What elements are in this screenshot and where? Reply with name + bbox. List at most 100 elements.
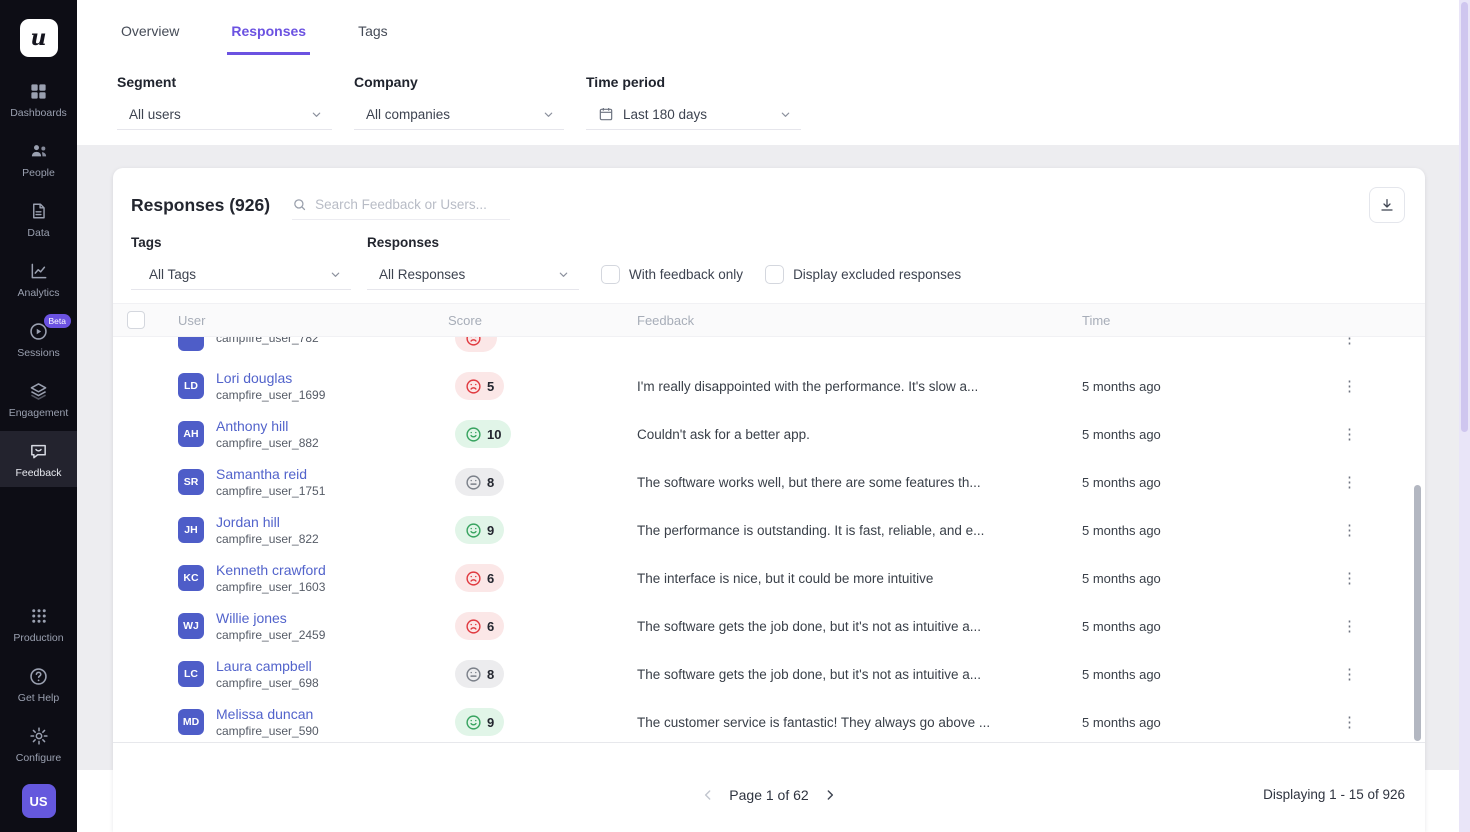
download-button[interactable]	[1369, 187, 1405, 223]
table-row: MDMelissa duncancampfire_user_5909The cu…	[113, 698, 1425, 743]
user-handle: campfire_user_1699	[216, 388, 325, 402]
row-menu-button[interactable]: ⋮	[1342, 427, 1357, 442]
tags-value: All Tags	[149, 267, 196, 282]
row-menu-button[interactable]: ⋮	[1342, 715, 1357, 730]
display-excluded-checkbox[interactable]	[765, 265, 784, 284]
responses-panel: Responses (926) Tag	[113, 168, 1425, 832]
user-handle: campfire_user_1751	[216, 484, 325, 498]
user-handle: campfire_user_2459	[216, 628, 325, 642]
column-header-score: Score	[433, 313, 623, 328]
window-scrollbar-thumb[interactable]	[1461, 2, 1468, 432]
select-all-checkbox[interactable]	[127, 311, 145, 329]
score-badge: 8	[455, 660, 504, 688]
score-value: 6	[487, 571, 494, 586]
tab-tags[interactable]: Tags	[354, 23, 392, 55]
score-value: 6	[487, 619, 494, 634]
time-period-value: Last 180 days	[623, 107, 707, 122]
responses-label: Responses	[367, 235, 579, 250]
company-dropdown[interactable]: All companies	[354, 99, 564, 130]
tabs: Overview Responses Tags	[117, 0, 1470, 55]
sidebar-item-dashboards[interactable]: Dashboards	[0, 71, 77, 127]
sidebar-item-configure[interactable]: Configure	[0, 716, 77, 772]
table-body: campfire_user_782⋮LDLori douglascampfire…	[113, 337, 1425, 743]
response-time: 5 months ago	[1082, 619, 1332, 634]
row-menu-button[interactable]: ⋮	[1342, 619, 1357, 634]
table-row: KCKenneth crawfordcampfire_user_16036The…	[113, 554, 1425, 602]
neutral-face-icon	[465, 474, 482, 491]
sidebar-item-sessions[interactable]: SessionsBeta	[0, 311, 77, 367]
tags-filter: Tags All Tags	[131, 235, 351, 290]
sidebar-item-data[interactable]: Data	[0, 191, 77, 247]
sidebar-item-production[interactable]: Production	[0, 596, 77, 652]
user-name-link[interactable]: Lori douglas	[216, 370, 325, 386]
sidebar-item-engagement[interactable]: Engagement	[0, 371, 77, 427]
row-menu-button[interactable]: ⋮	[1342, 475, 1357, 490]
segment-dropdown[interactable]: All users	[117, 99, 332, 130]
with-feedback-only-toggle[interactable]: With feedback only	[601, 259, 743, 290]
sidebar-item-analytics[interactable]: Analytics	[0, 251, 77, 307]
with-feedback-only-checkbox[interactable]	[601, 265, 620, 284]
chevron-down-icon	[543, 109, 554, 120]
feedback-text: The software works well, but there are s…	[623, 475, 1082, 490]
sidebar-item-label: Analytics	[17, 287, 59, 299]
search-input[interactable]	[315, 197, 510, 212]
table-row: SRSamantha reidcampfire_user_17518The so…	[113, 458, 1425, 506]
user-handle: campfire_user_782	[216, 337, 319, 345]
row-menu-button[interactable]: ⋮	[1342, 337, 1357, 346]
sidebar-nav-bottom: ProductionGet Help Configure	[0, 592, 77, 772]
chevron-down-icon	[780, 109, 791, 120]
download-icon	[1379, 197, 1395, 213]
app-logo[interactable]: u	[20, 19, 58, 57]
table-row: LCLaura campbellcampfire_user_6988The so…	[113, 650, 1425, 698]
tab-responses[interactable]: Responses	[227, 23, 310, 55]
user-account-avatar[interactable]: US	[22, 784, 56, 818]
sidebar-item-help[interactable]: Get Help	[0, 656, 77, 712]
sidebar-item-label: Data	[27, 227, 49, 239]
window-scrollbar[interactable]	[1459, 0, 1470, 832]
row-menu-button[interactable]: ⋮	[1342, 379, 1357, 394]
panel-header: Responses (926)	[113, 168, 1425, 223]
row-menu-button[interactable]: ⋮	[1342, 667, 1357, 682]
sidebar-item-people[interactable]: People	[0, 131, 77, 187]
sidebar-item-label: Engagement	[9, 407, 69, 419]
user-name-link[interactable]: Samantha reid	[216, 466, 325, 482]
tags-dropdown[interactable]: All Tags	[131, 259, 351, 290]
next-page-button[interactable]	[822, 787, 838, 803]
row-menu-button[interactable]: ⋮	[1342, 571, 1357, 586]
display-excluded-toggle[interactable]: Display excluded responses	[765, 259, 961, 290]
panel-filters: Tags All Tags Responses All Responses	[113, 235, 1425, 290]
sad-face-icon	[465, 337, 482, 347]
time-period-dropdown[interactable]: Last 180 days	[586, 99, 801, 130]
row-menu-button[interactable]: ⋮	[1342, 523, 1357, 538]
sidebar-item-label: Feedback	[15, 467, 61, 479]
score-badge: 8	[455, 468, 504, 496]
column-header-user: User	[178, 313, 433, 328]
responses-dropdown[interactable]: All Responses	[367, 259, 579, 290]
user-name-link[interactable]: Jordan hill	[216, 514, 319, 530]
beta-badge: Beta	[44, 314, 72, 328]
user-name-link[interactable]: Willie jones	[216, 610, 325, 626]
dashboards-icon	[29, 80, 48, 102]
user-avatar: JH	[178, 517, 204, 543]
table-scrollbar-thumb[interactable]	[1414, 485, 1421, 741]
feedback-text: I'm really disappointed with the perform…	[623, 379, 1082, 394]
tags-label: Tags	[131, 235, 351, 250]
score-value: 9	[487, 523, 494, 538]
user-avatar: WJ	[178, 613, 204, 639]
displaying-range: Displaying 1 - 15 of 926	[1263, 787, 1405, 802]
configure-icon	[29, 725, 49, 747]
previous-page-button[interactable]	[700, 787, 716, 803]
user-name-link[interactable]: Laura campbell	[216, 658, 319, 674]
with-feedback-only-label: With feedback only	[629, 267, 743, 282]
user-name-link[interactable]: Anthony hill	[216, 418, 319, 434]
score-value: 8	[487, 475, 494, 490]
score-badge: 5	[455, 372, 504, 400]
tab-overview[interactable]: Overview	[117, 23, 183, 55]
sidebar-item-feedback[interactable]: Feedback	[0, 431, 77, 487]
sidebar-item-label: Configure	[16, 752, 62, 764]
column-header-feedback: Feedback	[623, 313, 1082, 328]
score-badge: 6	[455, 612, 504, 640]
user-name-link[interactable]: Kenneth crawford	[216, 562, 326, 578]
user-name-link[interactable]: Melissa duncan	[216, 706, 319, 722]
happy-face-icon	[465, 714, 482, 731]
